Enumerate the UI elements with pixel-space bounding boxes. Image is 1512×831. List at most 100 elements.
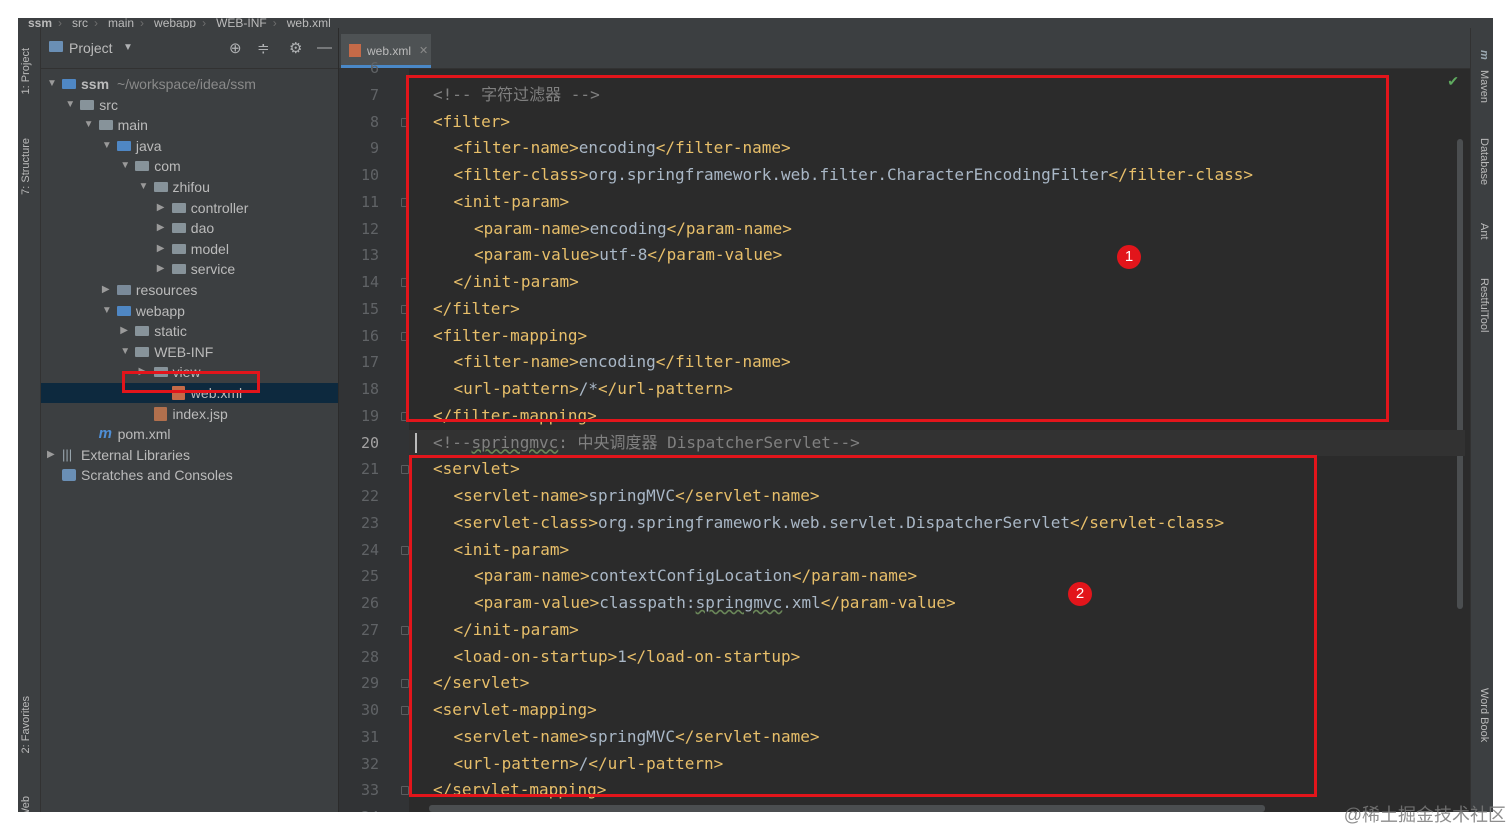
tree-item-external-libraries[interactable]: ▶ ||| External Libraries — [41, 445, 338, 465]
line-number: 14 — [360, 273, 379, 291]
package-icon — [171, 223, 186, 234]
tree-item-controller[interactable]: ▶ controller — [41, 198, 338, 218]
line-number: 21 — [360, 460, 379, 479]
breadcrumb-separator: › — [58, 18, 63, 28]
annotation-badge-2: 2 — [1068, 582, 1092, 606]
line-number: 12 — [360, 219, 379, 238]
tree-item-java[interactable]: ▼ java — [41, 136, 338, 156]
watermark: @稀土掘金技术社区 — [1343, 805, 1506, 825]
tree-item-scratches-and-consoles[interactable]: Scratches and Consoles — [41, 465, 338, 485]
text-caret — [415, 432, 417, 453]
tool-tab-database[interactable]: Database — [1478, 138, 1490, 185]
project-tree: ▼ ssm ~/workspace/idea/ssm ▼ src ▼ main ▼ java ▼ c… — [41, 74, 338, 812]
chevron-right-icon[interactable]: ▶ — [157, 218, 167, 238]
highlight-box-1 — [406, 75, 1389, 422]
annotation-badge-1: 1 — [1117, 245, 1141, 269]
line-number: 15 — [360, 299, 379, 318]
tool-tab-word-book[interactable]: Word Book — [1478, 688, 1490, 742]
collapse-all-icon[interactable]: ≑ — [257, 39, 270, 57]
chevron-down-icon[interactable]: ▼ — [120, 156, 130, 176]
line-number: 28 — [360, 647, 379, 666]
fold-marker-icon[interactable] — [401, 706, 409, 715]
breadcrumb-separator: › — [140, 18, 145, 28]
tree-item-zhifou[interactable]: ▼ zhifou — [41, 177, 338, 197]
tree-item-index-jsp[interactable]: index.jsp — [41, 404, 338, 424]
tree-item-label: main — [117, 117, 148, 134]
tree-item-label: service — [190, 261, 236, 278]
gear-icon[interactable]: ⚙ — [289, 39, 302, 57]
breadcrumb-item[interactable]: WEB-INF — [216, 18, 267, 28]
library-icon: ||| — [62, 446, 73, 462]
breadcrumb-item[interactable]: src — [72, 18, 88, 28]
chevron-down-icon[interactable]: ▼ — [139, 177, 149, 197]
tree-item-static[interactable]: ▶ static — [41, 321, 338, 341]
chevron-right-icon[interactable]: ▶ — [157, 198, 167, 218]
chevron-down-icon[interactable]: ▼ — [102, 301, 112, 321]
line-number: 33 — [360, 781, 379, 800]
tree-item-ssm[interactable]: ▼ ssm ~/workspace/idea/ssm — [41, 74, 338, 94]
tree-item-webapp[interactable]: ▼ webapp — [41, 301, 338, 321]
minimize-icon[interactable]: — — [317, 39, 332, 56]
fold-marker-icon[interactable] — [401, 545, 409, 555]
breadcrumb-item[interactable]: main — [108, 18, 134, 28]
line-number: 8 — [369, 112, 379, 131]
tree-item-main[interactable]: ▼ main — [41, 115, 338, 135]
breadcrumb-separator: › — [202, 18, 207, 28]
chevron-right-icon[interactable]: ▶ — [157, 259, 167, 279]
line-number: 16 — [360, 326, 379, 345]
package-icon — [171, 202, 186, 213]
line-number: 23 — [360, 513, 379, 532]
line-number: 29 — [360, 674, 379, 693]
chevron-down-icon[interactable]: ▼ — [123, 42, 133, 53]
xml-comment: <!-- — [433, 432, 472, 452]
project-view-icon — [49, 41, 63, 52]
tool-tab-project[interactable]: 1: Project — [20, 48, 32, 94]
locate-icon[interactable]: ⊕ — [229, 39, 242, 57]
tree-item-pom-xml[interactable]: m pom.xml — [41, 424, 338, 444]
tree-item-label: zhifou — [172, 179, 210, 195]
tool-tab-structure[interactable]: 7: Structure — [20, 138, 32, 195]
tool-tab-maven[interactable]: Maven — [1478, 70, 1490, 103]
line-number-gutter: 6 7 8 9 10 11 12 13 14 15 16 17 18 19 20 21 22 23 24 25 26 27… — [339, 59, 409, 812]
source-folder-icon — [116, 140, 131, 151]
tree-item-com[interactable]: ▼ com — [41, 156, 338, 176]
chevron-right-icon[interactable]: ▶ — [157, 239, 167, 259]
fold-marker-icon[interactable] — [401, 786, 409, 796]
chevron-down-icon[interactable]: ▼ — [84, 115, 94, 135]
xml-comment: : 中央调度器 DispatcherServlet--> — [558, 432, 860, 452]
tree-item-label: static — [154, 323, 187, 340]
tree-item-model[interactable]: ▶ model — [41, 239, 338, 259]
tree-item-label: pom.xml — [117, 426, 171, 443]
chevron-down-icon[interactable]: ▼ — [120, 342, 130, 362]
project-view-title[interactable]: Project — [69, 40, 113, 56]
tree-item-dao[interactable]: ▶ dao — [41, 218, 338, 238]
line-number: 25 — [360, 567, 379, 586]
tool-tab-web[interactable]: Web — [20, 796, 32, 812]
fold-marker-icon[interactable] — [401, 679, 409, 689]
breadcrumb-item[interactable]: webapp — [154, 18, 196, 28]
resources-folder-icon — [116, 285, 131, 295]
chevron-down-icon[interactable]: ▼ — [47, 74, 57, 94]
highlight-box-web-xml — [122, 371, 260, 393]
project-toolbar: Project ▼ ⊕ ≑ ⚙ — — [41, 28, 338, 69]
tree-item-resources[interactable]: ▶ resources — [41, 280, 338, 300]
tree-item-service[interactable]: ▶ service — [41, 259, 338, 279]
breadcrumb-item[interactable]: web.xml — [287, 18, 331, 28]
tree-item-label: dao — [190, 220, 215, 237]
tree-item-label: com — [154, 158, 181, 175]
fold-marker-icon[interactable] — [401, 465, 409, 475]
chevron-down-icon[interactable]: ▼ — [102, 136, 112, 156]
tree-item-web-inf[interactable]: ▼ WEB-INF — [41, 342, 338, 362]
fold-marker-icon[interactable] — [401, 625, 409, 635]
tree-item-src[interactable]: ▼ src — [41, 95, 338, 115]
tree-item-label: External Libraries — [81, 446, 190, 463]
tool-tab-restfultool[interactable]: RestfulTool — [1478, 278, 1490, 332]
chevron-right-icon[interactable]: ▶ — [102, 280, 112, 300]
line-number: 22 — [360, 487, 379, 505]
breadcrumb-item[interactable]: ssm — [28, 18, 52, 28]
chevron-down-icon[interactable]: ▼ — [65, 95, 75, 115]
tool-tab-ant[interactable]: Ant — [1478, 223, 1490, 240]
tool-tab-favorites[interactable]: 2: Favorites — [20, 696, 32, 753]
chevron-right-icon[interactable]: ▶ — [120, 321, 130, 341]
chevron-right-icon[interactable]: ▶ — [47, 445, 57, 465]
